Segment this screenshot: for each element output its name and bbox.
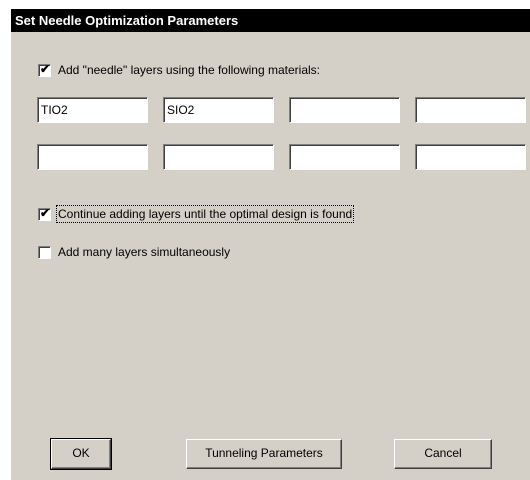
many-layers-row[interactable]: Add many layers simultaneously xyxy=(38,244,230,260)
material-field-1[interactable] xyxy=(37,97,148,123)
material-field-7[interactable] xyxy=(289,144,400,170)
many-layers-label[interactable]: Add many layers simultaneously xyxy=(58,245,230,259)
tunneling-parameters-button[interactable]: Tunneling Parameters xyxy=(186,439,342,469)
dialog-title: Set Needle Optimization Parameters xyxy=(11,9,530,32)
add-needle-row[interactable]: ✔ Add "needle" layers using the followin… xyxy=(38,62,320,78)
material-field-6[interactable] xyxy=(163,144,274,170)
material-field-2[interactable] xyxy=(163,97,274,123)
checkmark-icon: ✔ xyxy=(40,205,51,220)
material-field-3[interactable] xyxy=(289,97,400,123)
add-needle-label[interactable]: Add "needle" layers using the following … xyxy=(58,63,320,77)
material-field-8[interactable] xyxy=(415,144,526,170)
material-field-5[interactable] xyxy=(37,144,148,170)
continue-adding-row[interactable]: ✔ Continue adding layers until the optim… xyxy=(38,205,355,223)
ok-button[interactable]: OK xyxy=(50,438,112,470)
continue-adding-checkbox[interactable]: ✔ xyxy=(38,205,51,221)
material-field-4[interactable] xyxy=(415,97,526,123)
continue-adding-label[interactable]: Continue adding layers until the optimal… xyxy=(55,205,355,223)
needle-optimization-dialog: Set Needle Optimization Parameters ✔ Add… xyxy=(10,8,530,480)
cancel-button[interactable]: Cancel xyxy=(394,439,492,469)
add-needle-checkbox[interactable]: ✔ xyxy=(38,61,51,77)
checkmark-icon: ✔ xyxy=(40,61,51,76)
many-layers-checkbox[interactable] xyxy=(38,245,51,259)
